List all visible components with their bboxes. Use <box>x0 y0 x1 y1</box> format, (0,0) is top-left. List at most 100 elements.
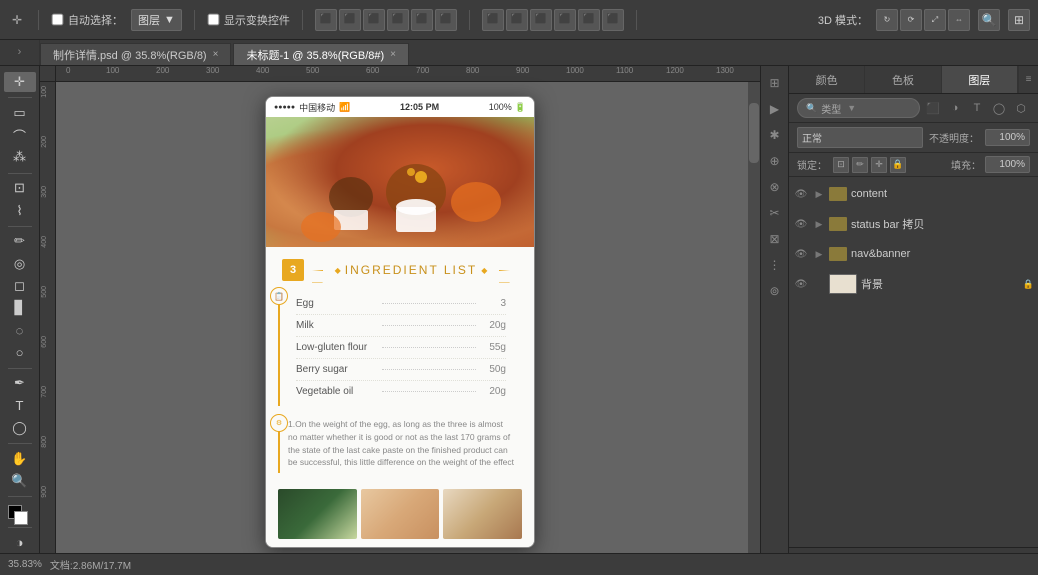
layer-expand-nav[interactable]: ▶ <box>813 248 825 260</box>
layer-dropdown[interactable]: 图层 ▼ <box>131 9 182 31</box>
lock-image-icon[interactable]: ✏ <box>852 157 868 173</box>
layer-visibility-statusbar[interactable]: 👁 <box>793 216 809 232</box>
tool-hand[interactable]: ✋ <box>4 449 36 469</box>
3d-btn3[interactable]: ⤢ <box>924 9 946 31</box>
tool-crop[interactable]: ⊡ <box>4 178 36 198</box>
align-center-btn[interactable]: ⬛ <box>339 9 361 31</box>
layer-item-statusbar[interactable]: 👁 ▶ status bar 拷贝 <box>789 209 1038 239</box>
align-top-btn[interactable]: ⬛ <box>387 9 409 31</box>
lock-all-icon[interactable]: 🔒 <box>890 157 906 173</box>
align-left-btn[interactable]: ⬛ <box>315 9 337 31</box>
tool-gradient[interactable]: ▊ <box>4 298 36 318</box>
tool-dodge[interactable]: ○ <box>4 342 36 362</box>
blend-mode-select[interactable]: 正常 <box>797 127 923 148</box>
wifi-icon: 📶 <box>339 102 350 113</box>
dist-h-btn[interactable]: ⬛ <box>482 9 504 31</box>
layer-type-adjust[interactable]: ◑ <box>946 99 964 117</box>
3d-btn1[interactable]: ↻ <box>876 9 898 31</box>
tool-text[interactable]: T <box>4 396 36 416</box>
rtool-1[interactable]: ⊞ <box>764 72 786 94</box>
align-middle-btn[interactable]: ⬛ <box>411 9 433 31</box>
dist-5-btn[interactable]: ⬛ <box>578 9 600 31</box>
workspace-btn[interactable]: ⊞ <box>1008 9 1030 31</box>
diamond-right: ◆ <box>481 266 487 275</box>
layer-type-text[interactable]: T <box>968 99 986 117</box>
layer-visibility-bg[interactable]: 👁 <box>793 276 809 292</box>
align-right-btn[interactable]: ⬛ <box>363 9 385 31</box>
divider-right <box>499 270 510 271</box>
tool-zoom[interactable]: 🔍 <box>4 471 36 491</box>
tool-lasso[interactable]: ⌒ <box>4 125 36 145</box>
transform-input[interactable] <box>208 14 220 26</box>
rtool-9[interactable]: ⊚ <box>764 280 786 302</box>
tab-2[interactable]: 未标题-1 @ 35.8%(RGB/8#) × <box>233 43 409 65</box>
align-bottom-btn[interactable]: ⬛ <box>435 9 457 31</box>
rtool-5[interactable]: ⊗ <box>764 176 786 198</box>
search-btn[interactable]: 🔍 <box>978 9 1000 31</box>
layer-type-pixel[interactable]: ⬛ <box>924 99 942 117</box>
rtool-8[interactable]: ⋮ <box>764 254 786 276</box>
layer-type-smart[interactable]: ⬡ <box>1012 99 1030 117</box>
tool-blur[interactable]: ◌ <box>4 320 36 340</box>
ingredient-item-egg: Egg 3 <box>296 293 506 315</box>
tool-eyedropper[interactable]: ⌇ <box>4 200 36 220</box>
tool-eraser[interactable]: ◻ <box>4 276 36 296</box>
scrollbar-thumb-v[interactable] <box>749 103 759 163</box>
lock-transparent-icon[interactable]: ⊡ <box>833 157 849 173</box>
layer-item-content[interactable]: 👁 ▶ content <box>789 179 1038 209</box>
auto-select-input[interactable] <box>52 14 64 26</box>
tab-2-close[interactable]: × <box>390 49 396 60</box>
fill-value[interactable]: 100% <box>985 156 1030 173</box>
lock-position-icon[interactable]: ✛ <box>871 157 887 173</box>
3d-btn2[interactable]: ⟳ <box>900 9 922 31</box>
panel-tab-layers[interactable]: 图层 <box>942 66 1018 93</box>
rtool-6[interactable]: ✂ <box>764 202 786 224</box>
dist-4-btn[interactable]: ⬛ <box>554 9 576 31</box>
layer-type-shape[interactable]: ◯ <box>990 99 1008 117</box>
tab-1[interactable]: 制作详情.psd @ 35.8%(RGB/8) × <box>40 43 231 65</box>
dist-6-btn[interactable]: ⬛ <box>602 9 624 31</box>
panel-tab-swatches[interactable]: 色板 <box>865 66 941 93</box>
rtool-7[interactable]: ⊠ <box>764 228 786 250</box>
tool-pen[interactable]: ✒ <box>4 373 36 393</box>
move-tool-icon[interactable]: ✛ <box>8 11 26 29</box>
tool-mask[interactable]: ◑ <box>4 533 36 553</box>
layer-item-bg[interactable]: 👁 背景 🔒 <box>789 269 1038 299</box>
layer-expand-content[interactable]: ▶ <box>813 188 825 200</box>
food-image <box>266 117 535 247</box>
tool-shape[interactable]: ◯ <box>4 418 36 438</box>
tool-sep-5 <box>8 443 32 444</box>
3d-btn4[interactable]: ⇔ <box>948 9 970 31</box>
tab-1-close[interactable]: × <box>213 49 219 60</box>
dist-3-btn[interactable]: ⬛ <box>530 9 552 31</box>
tool-foreground-color[interactable] <box>4 502 36 522</box>
ingredient-list: 📋 Egg 3 Milk 20g Low- <box>278 289 522 406</box>
transform-checkbox[interactable]: 显示变换控件 <box>207 12 290 28</box>
zoom-level: 35.83% <box>8 559 42 570</box>
layer-name-content: content <box>851 188 1034 200</box>
layer-visibility-nav[interactable]: 👁 <box>793 246 809 262</box>
opacity-value[interactable]: 100% <box>985 129 1030 146</box>
layer-search-box[interactable]: 🔍 类型 ▼ <box>797 98 920 118</box>
canvas-scrollbar-v[interactable] <box>748 82 760 559</box>
dist-v-btn[interactable]: ⬛ <box>506 9 528 31</box>
panel-tab-color[interactable]: 颜色 <box>789 66 865 93</box>
tool-brush[interactable]: ✏ <box>4 231 36 251</box>
layer-item-nav[interactable]: 👁 ▶ nav&banner <box>789 239 1038 269</box>
panel-menu-btn[interactable]: ≡ <box>1018 66 1038 93</box>
tool-clone[interactable]: ◎ <box>4 254 36 274</box>
rtool-2[interactable]: ▶ <box>764 98 786 120</box>
left-panel-toggle[interactable]: › <box>0 39 40 65</box>
canvas-area[interactable]: 0 100 200 300 400 500 600 700 800 900 10… <box>40 66 760 575</box>
auto-select-checkbox[interactable]: 自动选择： <box>51 12 123 28</box>
tool-move[interactable]: ✛ <box>4 72 36 92</box>
layer-expand-bg <box>813 278 825 290</box>
layer-visibility-content[interactable]: 👁 <box>793 186 809 202</box>
signal-dots: ●●●●● <box>274 104 295 111</box>
layer-expand-statusbar[interactable]: ▶ <box>813 218 825 230</box>
tool-magic-wand[interactable]: ⁂ <box>4 147 36 167</box>
rtool-3[interactable]: ✱ <box>764 124 786 146</box>
blend-opacity-row: 正常 不透明度： 100% <box>789 123 1038 153</box>
tool-select-rect[interactable]: ▭ <box>4 103 36 123</box>
rtool-4[interactable]: ⊕ <box>764 150 786 172</box>
